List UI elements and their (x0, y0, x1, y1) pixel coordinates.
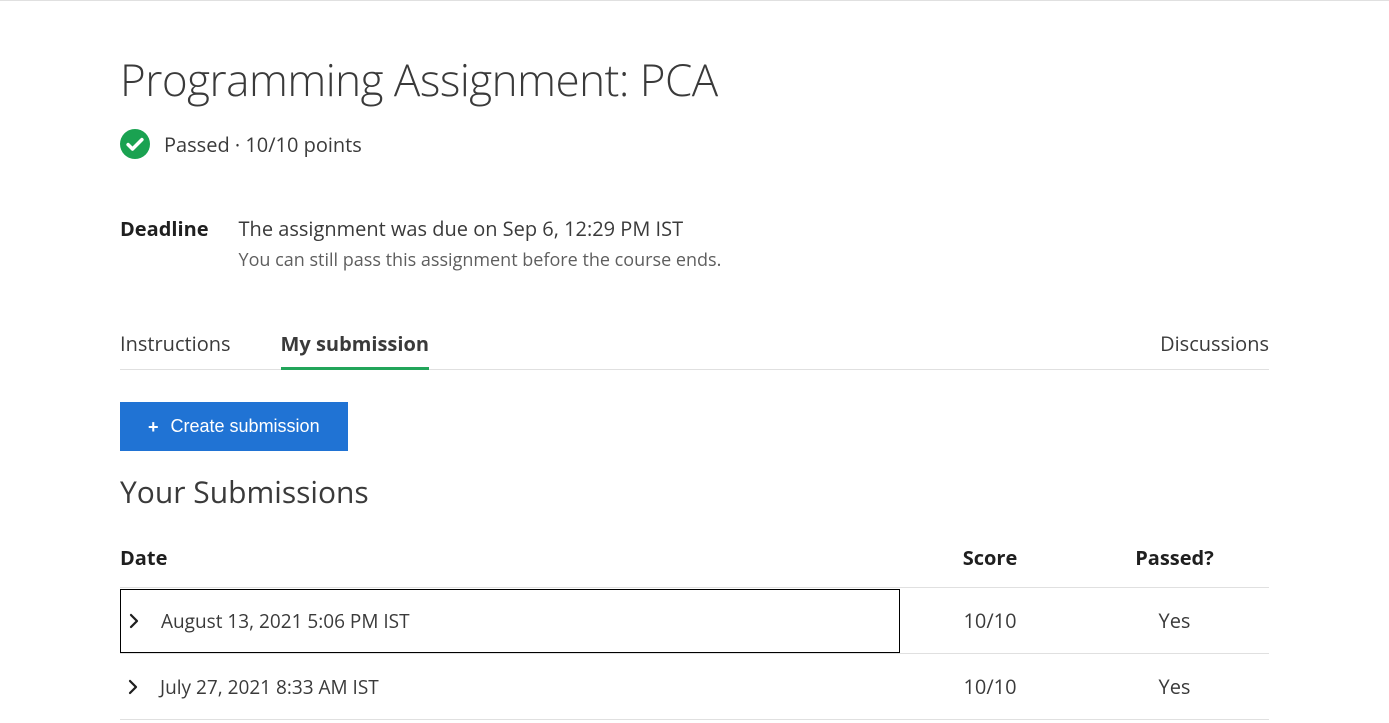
status-text: Passed · 10/10 points (164, 131, 362, 158)
submission-passed: Yes (1080, 673, 1269, 700)
table-row: August 13, 2021 5:06 PM IST 10/10 Yes (120, 588, 1269, 654)
create-submission-label: Create submission (171, 416, 320, 437)
header-date: Date (120, 544, 900, 571)
deadline-content: The assignment was due on Sep 6, 12:29 P… (239, 215, 722, 272)
chevron-right-icon (125, 612, 143, 630)
submission-date-text: July 27, 2021 8:33 AM IST (160, 674, 379, 700)
chevron-right-icon (124, 678, 142, 696)
tab-instructions[interactable]: Instructions (120, 320, 231, 369)
tab-my-submission[interactable]: My submission (281, 320, 429, 370)
submission-date-cell[interactable]: July 27, 2021 8:33 AM IST (120, 656, 900, 718)
submission-date-cell[interactable]: August 13, 2021 5:06 PM IST (120, 589, 900, 653)
header-score: Score (900, 544, 1080, 571)
page-title: Programming Assignment: PCA (120, 49, 1269, 109)
submission-score: 10/10 (900, 607, 1080, 634)
deadline-row: Deadline The assignment was due on Sep 6… (120, 215, 1269, 272)
status-row: Passed · 10/10 points (120, 129, 1269, 159)
deadline-main-text: The assignment was due on Sep 6, 12:29 P… (239, 215, 722, 242)
deadline-sub-text: You can still pass this assignment befor… (239, 248, 722, 272)
plus-icon: + (148, 418, 159, 436)
submission-date-text: August 13, 2021 5:06 PM IST (161, 608, 410, 634)
submission-passed: Yes (1080, 607, 1269, 634)
submissions-section-title: Your Submissions (120, 471, 1269, 512)
table-header: Date Score Passed? (120, 544, 1269, 588)
submissions-table: Date Score Passed? August 13, 2021 5:06 … (120, 544, 1269, 720)
deadline-label: Deadline (120, 215, 209, 272)
check-circle-icon (120, 129, 150, 159)
main-container: Programming Assignment: PCA Passed · 10/… (0, 1, 1389, 720)
header-passed: Passed? (1080, 544, 1269, 571)
table-row: July 27, 2021 8:33 AM IST 10/10 Yes (120, 654, 1269, 720)
tab-discussions[interactable]: Discussions (1160, 320, 1269, 369)
tabs: Instructions My submission Discussions (120, 320, 1269, 370)
create-submission-button[interactable]: + Create submission (120, 402, 348, 451)
submission-score: 10/10 (900, 673, 1080, 700)
